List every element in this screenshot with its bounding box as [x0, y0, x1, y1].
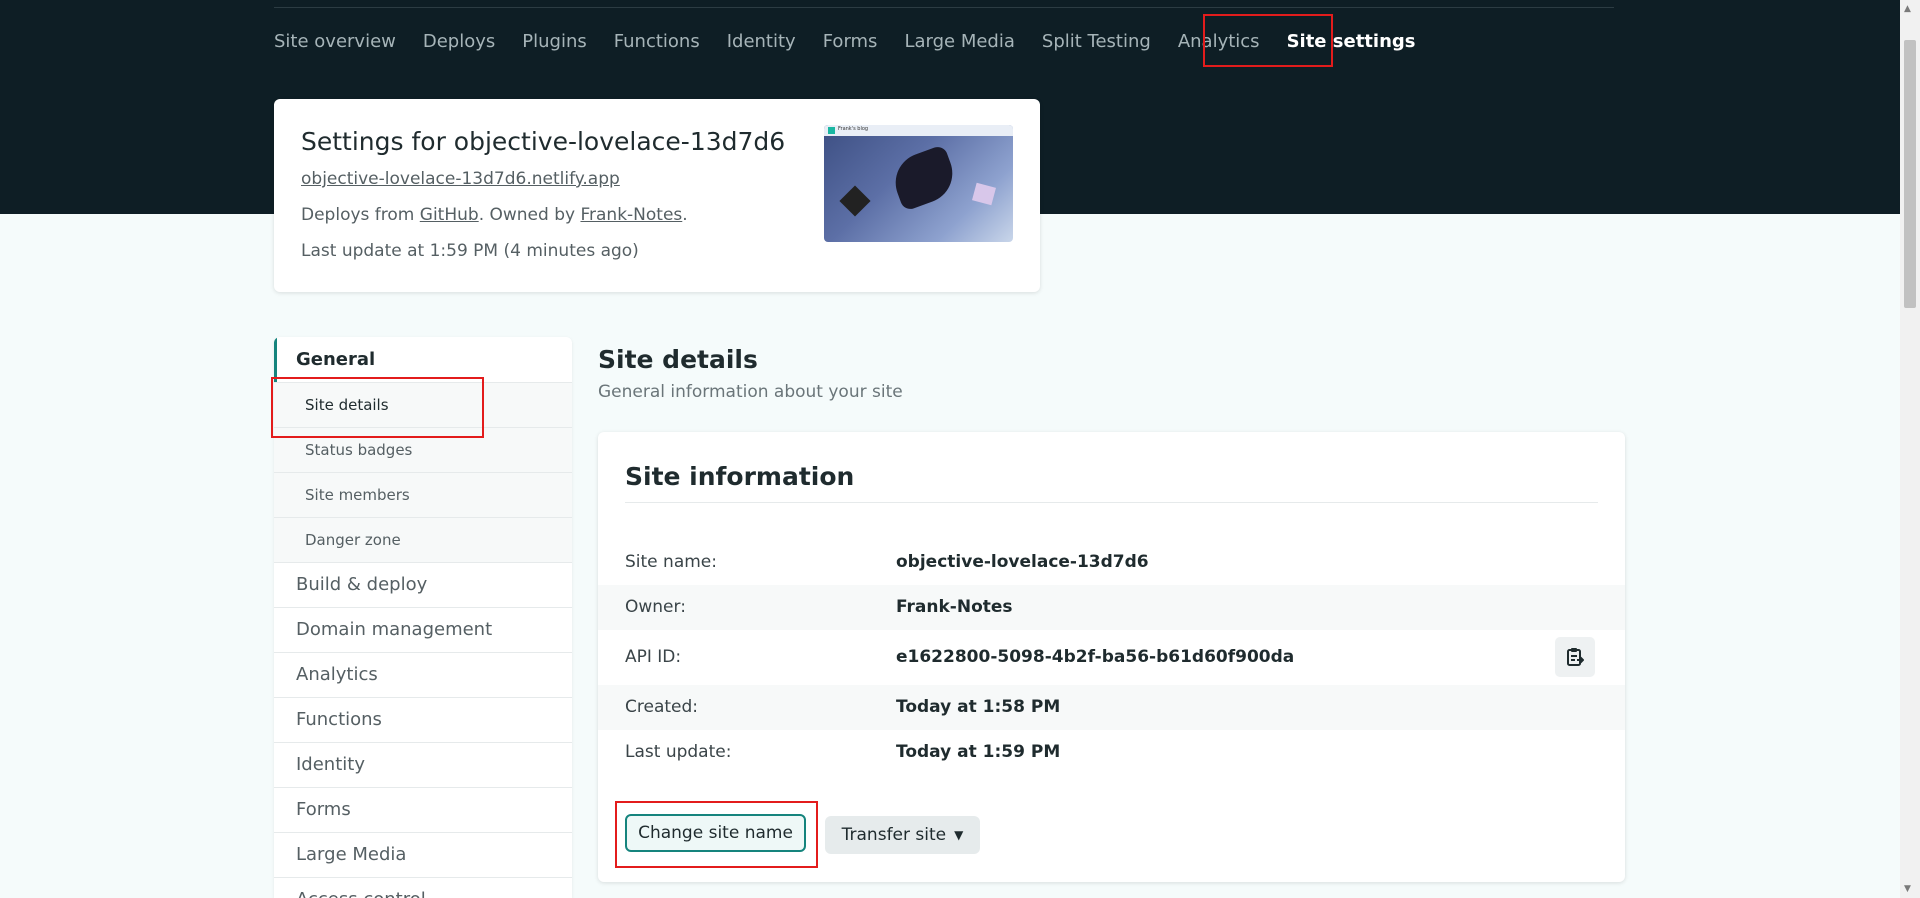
- owner-link[interactable]: Frank-Notes: [580, 205, 682, 225]
- row-last-update: Last update: Today at 1:59 PM: [598, 730, 1625, 775]
- row-api-id: API ID: e1622800-5098-4b2f-ba56-b61d60f9…: [598, 630, 1625, 685]
- section-title: Site details: [598, 345, 758, 374]
- row-label: API ID:: [625, 647, 682, 667]
- thumbnail-laptop-icon: [972, 182, 996, 206]
- site-url-link[interactable]: objective-lovelace-13d7d6.netlify.app: [301, 169, 620, 189]
- change-site-name-button[interactable]: Change site name: [625, 814, 806, 852]
- nav-identity[interactable]: Identity: [727, 31, 796, 52]
- info-divider: [625, 502, 1598, 503]
- sidebar-item-identity[interactable]: Identity: [274, 742, 572, 787]
- sidebar-item-label: Forms: [296, 799, 351, 820]
- scroll-down-icon[interactable]: ▼: [1904, 884, 1911, 894]
- row-label: Created:: [625, 697, 699, 717]
- copy-api-id-button[interactable]: [1555, 637, 1595, 677]
- header-divider: [274, 7, 1614, 8]
- sidebar-item-label: Access control: [296, 889, 426, 898]
- thumbnail-figure-icon: [887, 144, 961, 212]
- site-settings-title: Settings for objective-lovelace-13d7d6: [301, 127, 786, 156]
- sidebar-item-functions[interactable]: Functions: [274, 697, 572, 742]
- site-summary-card: Settings for objective-lovelace-13d7d6 o…: [274, 99, 1040, 292]
- site-thumbnail[interactable]: Frank's blog: [824, 125, 1013, 242]
- last-update-text: Last update at 1:59 PM (4 minutes ago): [301, 241, 639, 261]
- nav-functions[interactable]: Functions: [614, 31, 700, 52]
- nav-split-testing[interactable]: Split Testing: [1042, 31, 1151, 52]
- sidebar-sub-label: Status badges: [305, 441, 413, 459]
- sidebar-item-label: Functions: [296, 709, 382, 730]
- nav-large-media[interactable]: Large Media: [904, 31, 1014, 52]
- sidebar-item-label: Identity: [296, 754, 365, 775]
- sidebar-item-domain-management[interactable]: Domain management: [274, 607, 572, 652]
- row-value: Today at 1:59 PM: [896, 742, 1061, 762]
- row-site-name: Site name: objective-lovelace-13d7d6: [598, 540, 1625, 585]
- thumbnail-label: Frank's blog: [838, 126, 869, 132]
- sidebar-item-label: Large Media: [296, 844, 407, 865]
- sidebar-item-label: Analytics: [296, 664, 378, 685]
- row-created: Created: Today at 1:58 PM: [598, 685, 1625, 730]
- row-value: objective-lovelace-13d7d6: [896, 552, 1149, 572]
- sidebar-sub-site-details[interactable]: Site details: [274, 382, 572, 427]
- sidebar-sub-status-badges[interactable]: Status badges: [274, 427, 572, 472]
- sidebar-sub-label: Danger zone: [305, 531, 401, 549]
- sidebar-sub-site-members[interactable]: Site members: [274, 472, 572, 517]
- row-value: Today at 1:58 PM: [896, 697, 1061, 717]
- nav-site-overview[interactable]: Site overview: [274, 31, 396, 52]
- row-label: Site name:: [625, 552, 717, 572]
- nav-plugins[interactable]: Plugins: [522, 31, 586, 52]
- github-link[interactable]: GitHub: [420, 205, 479, 225]
- sidebar-item-access-control[interactable]: Access control: [274, 877, 572, 898]
- deploy-info: Deploys from GitHub. Owned by Frank-Note…: [301, 205, 688, 225]
- thumbnail-cube-icon: [839, 185, 871, 217]
- nav-forms[interactable]: Forms: [823, 31, 878, 52]
- clipboard-icon: [1567, 648, 1584, 666]
- row-label: Last update:: [625, 742, 732, 762]
- deploy-prefix: Deploys from: [301, 205, 420, 225]
- nav-site-settings[interactable]: Site settings: [1287, 31, 1416, 52]
- sidebar-item-label: Domain management: [296, 619, 493, 640]
- site-nav: Site overview Deploys Plugins Functions …: [274, 18, 1416, 64]
- scrollbar-thumb[interactable]: [1904, 40, 1916, 308]
- sidebar-sub-danger-zone[interactable]: Danger zone: [274, 517, 572, 562]
- row-owner: Owner: Frank-Notes: [598, 585, 1625, 630]
- site-information-card: Site information Site name: objective-lo…: [598, 432, 1625, 882]
- transfer-site-label: Transfer site: [841, 825, 947, 845]
- section-subtitle: General information about your site: [598, 382, 903, 402]
- sidebar-item-general[interactable]: General: [296, 349, 375, 370]
- scroll-up-icon[interactable]: ▲: [1904, 4, 1911, 14]
- owned-prefix: . Owned by: [478, 205, 581, 225]
- site-information-title: Site information: [625, 462, 855, 491]
- sidebar-active-accent: [274, 337, 277, 382]
- sidebar-item-analytics[interactable]: Analytics: [274, 652, 572, 697]
- nav-analytics[interactable]: Analytics: [1178, 31, 1260, 52]
- row-label: Owner:: [625, 597, 686, 617]
- sidebar-sub-label: Site details: [305, 396, 389, 414]
- nav-deploys[interactable]: Deploys: [423, 31, 495, 52]
- sidebar-item-forms[interactable]: Forms: [274, 787, 572, 832]
- transfer-site-button[interactable]: Transfer site ▼: [825, 816, 980, 854]
- thumbnail-logo-icon: [828, 127, 835, 134]
- row-value: Frank-Notes: [896, 597, 1013, 617]
- sidebar-item-build-deploy[interactable]: Build & deploy: [274, 562, 572, 607]
- owned-suffix: .: [682, 205, 688, 225]
- settings-sidebar: General Site details Status badges Site …: [274, 337, 572, 898]
- chevron-down-icon: ▼: [954, 828, 964, 842]
- sidebar-item-large-media[interactable]: Large Media: [274, 832, 572, 877]
- sidebar-sub-label: Site members: [305, 486, 410, 504]
- sidebar-item-label: Build & deploy: [296, 574, 428, 595]
- row-value: e1622800-5098-4b2f-ba56-b61d60f900da: [896, 647, 1295, 667]
